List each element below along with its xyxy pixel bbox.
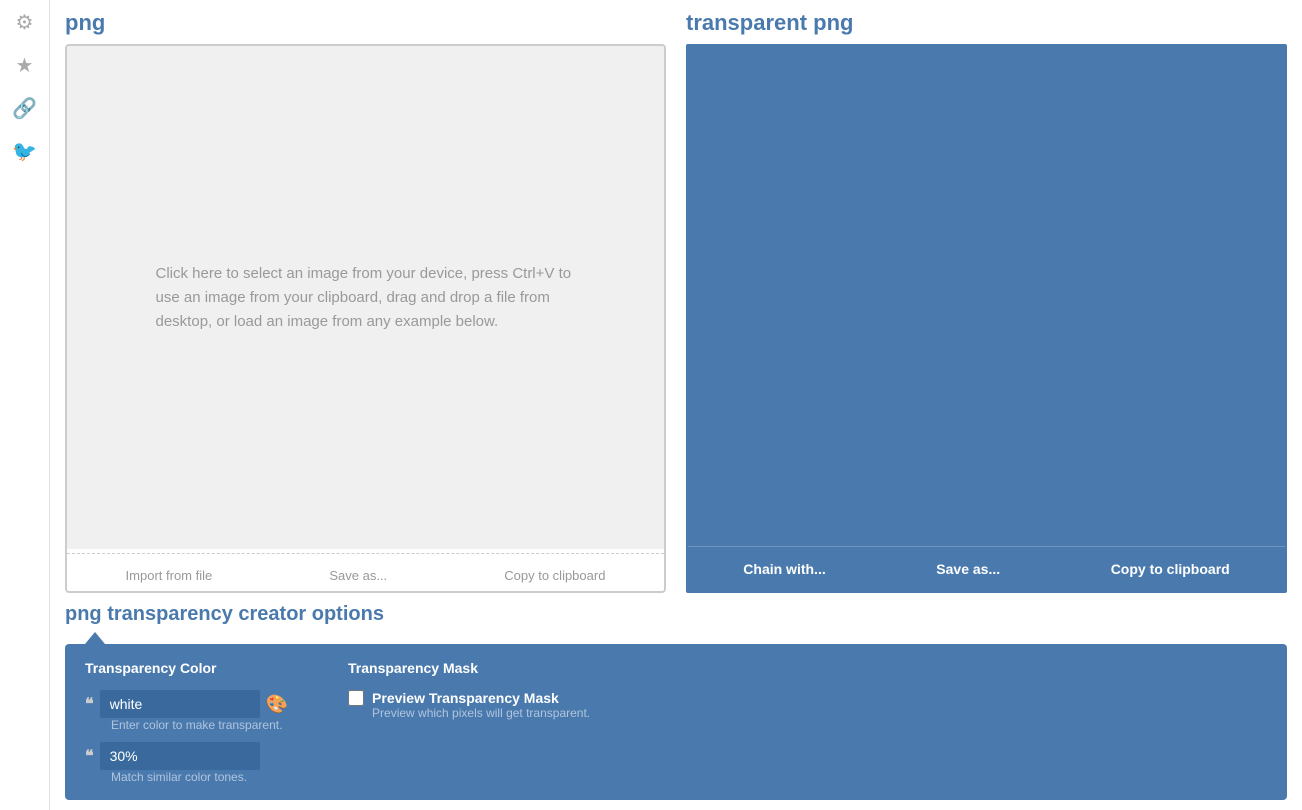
preview-mask-label: Preview Transparency Mask [372, 690, 559, 706]
import-from-file-button[interactable]: Import from file [118, 564, 221, 587]
color-input-row: ❝ 🎨 [85, 690, 288, 718]
twitter-icon[interactable]: 🐦 [12, 139, 37, 164]
chain-with-button[interactable]: Chain with... [735, 557, 833, 581]
palette-icon[interactable]: 🎨 [266, 694, 288, 715]
options-panel: Transparency Color ❝ 🎨 Enter color to ma… [65, 644, 1287, 800]
main-content: png Click here to select an image from y… [50, 0, 1302, 810]
transparency-mask-col: Transparency Mask Preview Transparency M… [348, 660, 590, 784]
transparency-color-label: Transparency Color [85, 660, 288, 676]
left-panel-wrapper: Click here to select an image from your … [65, 44, 666, 593]
quote-icon-color: ❝ [85, 694, 94, 714]
right-panel: transparent png Chain with... Save as...… [686, 10, 1287, 593]
upload-instructions: Click here to select an image from your … [156, 262, 576, 334]
options-title: png transparency creator options [65, 603, 1287, 626]
quote-icon-percent: ❝ [85, 746, 94, 766]
star-icon[interactable]: ★ [16, 53, 34, 78]
right-panel-wrapper: Chain with... Save as... Copy to clipboa… [686, 44, 1287, 593]
right-panel-title: transparent png [686, 10, 1287, 36]
panels-row: png Click here to select an image from y… [65, 10, 1287, 593]
transparent-preview-area [688, 46, 1285, 546]
left-panel-actions: Import from file Save as... Copy to clip… [67, 553, 664, 591]
percent-input[interactable] [100, 742, 260, 770]
sidebar: ⚙ ★ 🔗 🐦 [0, 0, 50, 810]
save-as-button-right[interactable]: Save as... [928, 557, 1008, 581]
triangle-pointer [85, 632, 105, 644]
preview-mask-hint: Preview which pixels will get transparen… [372, 706, 590, 720]
right-panel-actions: Chain with... Save as... Copy to clipboa… [688, 546, 1285, 591]
transparency-mask-label: Transparency Mask [348, 660, 590, 676]
percent-input-hint: Match similar color tones. [111, 770, 288, 784]
link-icon[interactable]: 🔗 [12, 96, 37, 121]
save-as-button-left[interactable]: Save as... [321, 564, 395, 587]
color-input[interactable] [100, 690, 260, 718]
left-panel-title: png [65, 10, 666, 36]
percent-input-row: ❝ [85, 742, 288, 770]
gear-icon[interactable]: ⚙ [16, 10, 34, 35]
upload-area[interactable]: Click here to select an image from your … [67, 46, 664, 549]
transparency-color-col: Transparency Color ❝ 🎨 Enter color to ma… [85, 660, 288, 784]
left-panel: png Click here to select an image from y… [65, 10, 666, 593]
color-input-hint: Enter color to make transparent. [111, 718, 288, 732]
preview-mask-checkbox[interactable] [348, 690, 364, 706]
options-section: png transparency creator options Transpa… [65, 603, 1287, 800]
copy-to-clipboard-button-right[interactable]: Copy to clipboard [1103, 557, 1238, 581]
copy-to-clipboard-button-left[interactable]: Copy to clipboard [496, 564, 613, 587]
preview-mask-row: Preview Transparency Mask [348, 690, 590, 706]
